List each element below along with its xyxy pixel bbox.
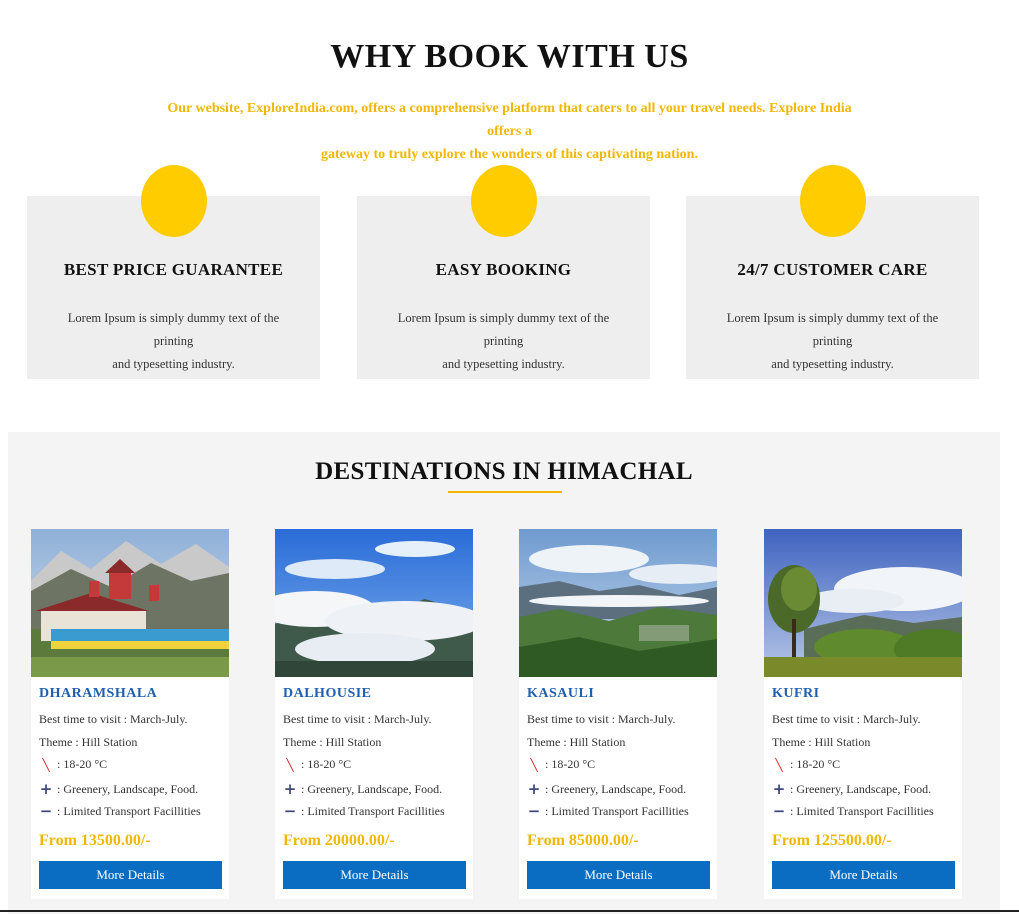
destination-card-dharamshala: DHARAMSHALA Best time to visit : March-J… <box>31 529 229 899</box>
temperature-text: : 18-20 °C <box>545 757 596 771</box>
pros-text: : Greenery, Landscape, Food. <box>545 781 687 796</box>
destination-card-kufri: KUFRI Best time to visit : March-July. T… <box>764 529 962 899</box>
why-book-subtitle-line1: Our website, ExploreIndia.com, offers a … <box>167 101 852 139</box>
destination-photo <box>275 529 473 677</box>
pros-text: : Greenery, Landscape, Food. <box>790 781 932 796</box>
minus-icon: − <box>772 802 786 820</box>
temperature-row: ╲ : 18-20 °C <box>39 757 107 772</box>
temperature-text: : 18-20 °C <box>301 757 352 771</box>
destination-name: KUFRI <box>772 686 820 701</box>
destination-name: DALHOUSIE <box>283 686 372 701</box>
feature-card-easy-booking: EASY BOOKING Lorem Ipsum is simply dummy… <box>357 165 650 379</box>
destination-photo <box>764 529 962 677</box>
theme-text: Theme : Hill Station <box>283 735 382 749</box>
pros-row: + : Greenery, Landscape, Food. <box>283 780 442 798</box>
feature-text-line1: Lorem Ipsum is simply dummy text of the … <box>397 311 610 348</box>
feature-card-customer-care: 24/7 CUSTOMER CARE Lorem Ipsum is simply… <box>686 165 979 379</box>
minus-icon: − <box>283 802 297 820</box>
cons-text: : Limited Transport Facillities <box>545 803 689 818</box>
destination-card-dalhousie: DALHOUSIE Best time to visit : March-Jul… <box>275 529 473 899</box>
plus-icon: + <box>772 780 786 798</box>
plus-icon: + <box>527 780 541 798</box>
more-details-button[interactable]: More Details <box>772 861 955 889</box>
pros-row: + : Greenery, Landscape, Food. <box>527 780 686 798</box>
cons-row: − : Limited Transport Facillities <box>283 802 445 820</box>
pros-text: : Greenery, Landscape, Food. <box>57 781 199 796</box>
why-book-section: WHY BOOK WITH US Our website, ExploreInd… <box>0 0 1019 400</box>
feature-text-line1: Lorem Ipsum is simply dummy text of the … <box>67 311 280 348</box>
cons-row: − : Limited Transport Facillities <box>772 802 934 820</box>
cons-row: − : Limited Transport Facillities <box>527 802 689 820</box>
theme-text: Theme : Hill Station <box>39 735 138 749</box>
price-text: From 125500.00/- <box>772 832 892 849</box>
feature-title: 24/7 CUSTOMER CARE <box>737 260 928 279</box>
cons-text: : Limited Transport Facillities <box>790 803 934 818</box>
thermometer-icon: ╲ <box>42 757 50 772</box>
destination-photo <box>519 529 717 677</box>
yellow-circle-icon <box>799 165 866 237</box>
plus-icon: + <box>283 780 297 798</box>
price-text: From 20000.00/- <box>283 832 395 849</box>
best-time-text: Best time to visit : March-July. <box>283 712 432 726</box>
cons-row: − : Limited Transport Facillities <box>39 802 201 820</box>
minus-icon: − <box>527 802 541 820</box>
feature-card-best-price: BEST PRICE GUARANTEE Lorem Ipsum is simp… <box>27 165 320 379</box>
destination-photo <box>31 529 229 677</box>
destination-name: KASAULI <box>527 686 595 701</box>
temperature-row: ╲ : 18-20 °C <box>527 757 595 772</box>
feature-text: Lorem Ipsum is simply dummy text of the … <box>381 307 626 376</box>
more-details-button[interactable]: More Details <box>527 861 710 889</box>
more-details-button[interactable]: More Details <box>39 861 222 889</box>
temperature-text: : 18-20 °C <box>57 757 108 771</box>
pros-row: + : Greenery, Landscape, Food. <box>39 780 198 798</box>
best-time-text: Best time to visit : March-July. <box>39 712 188 726</box>
yellow-circle-icon <box>470 165 537 237</box>
theme-text: Theme : Hill Station <box>527 735 626 749</box>
feature-text: Lorem Ipsum is simply dummy text of the … <box>51 307 296 376</box>
bottom-divider <box>0 910 1019 912</box>
feature-text-line1: Lorem Ipsum is simply dummy text of the … <box>726 311 939 348</box>
cons-text: : Limited Transport Facillities <box>57 803 201 818</box>
thermometer-icon: ╲ <box>530 757 538 772</box>
pros-text: : Greenery, Landscape, Food. <box>301 781 443 796</box>
why-book-subtitle-line2: gateway to truly explore the wonders of … <box>321 147 698 162</box>
price-text: From 13500.00/- <box>39 832 151 849</box>
feature-title: EASY BOOKING <box>435 260 572 279</box>
feature-text-line2: and typesetting industry. <box>771 357 894 371</box>
pros-row: + : Greenery, Landscape, Food. <box>772 780 931 798</box>
minus-icon: − <box>39 802 53 820</box>
feature-text-line2: and typesetting industry. <box>442 357 565 371</box>
thermometer-icon: ╲ <box>286 757 294 772</box>
feature-text-line2: and typesetting industry. <box>112 357 235 371</box>
temperature-text: : 18-20 °C <box>790 757 841 771</box>
temperature-row: ╲ : 18-20 °C <box>283 757 351 772</box>
destination-card-kasauli: KASAULI Best time to visit : March-July.… <box>519 529 717 899</box>
plus-icon: + <box>39 780 53 798</box>
theme-text: Theme : Hill Station <box>772 735 871 749</box>
destination-name: DHARAMSHALA <box>39 686 158 701</box>
title-underline <box>448 491 562 493</box>
why-book-title: WHY BOOK WITH US <box>330 38 689 75</box>
yellow-circle-icon <box>140 165 207 237</box>
feature-title: BEST PRICE GUARANTEE <box>63 260 284 279</box>
best-time-text: Best time to visit : March-July. <box>772 712 921 726</box>
price-text: From 85000.00/- <box>527 832 639 849</box>
destinations-section: DESTINATIONS IN HIMACHAL DHARAMSHALA Bes… <box>8 432 1000 914</box>
temperature-row: ╲ : 18-20 °C <box>772 757 840 772</box>
thermometer-icon: ╲ <box>775 757 783 772</box>
feature-text: Lorem Ipsum is simply dummy text of the … <box>710 307 955 376</box>
why-book-subtitle: Our website, ExploreIndia.com, offers a … <box>150 97 869 166</box>
best-time-text: Best time to visit : March-July. <box>527 712 676 726</box>
cons-text: : Limited Transport Facillities <box>301 803 445 818</box>
more-details-button[interactable]: More Details <box>283 861 466 889</box>
destinations-title: DESTINATIONS IN HIMACHAL <box>315 458 693 485</box>
